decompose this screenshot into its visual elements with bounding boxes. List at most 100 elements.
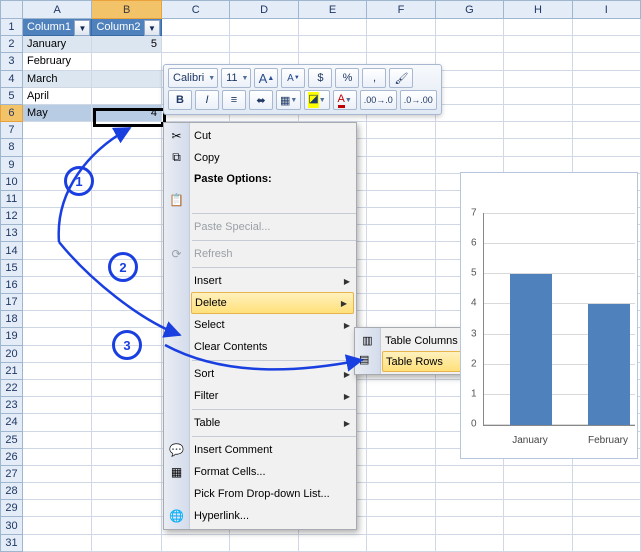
cell[interactable] [504, 534, 572, 551]
cell[interactable] [367, 208, 435, 225]
accounting-format-button[interactable]: $ [308, 68, 332, 88]
cell[interactable] [435, 104, 503, 121]
cell[interactable] [572, 156, 640, 173]
row-header[interactable]: 18 [1, 311, 23, 328]
row-header[interactable]: 26 [1, 448, 23, 465]
cell[interactable] [92, 534, 162, 551]
menu-table[interactable]: Table▶ [164, 412, 356, 434]
col-header-b[interactable]: B [92, 1, 162, 19]
row-header[interactable]: 14 [1, 242, 23, 259]
row-header[interactable]: 10 [1, 173, 23, 190]
cell[interactable] [22, 328, 92, 345]
cell[interactable] [367, 173, 435, 190]
cell[interactable] [92, 208, 162, 225]
cell[interactable] [22, 500, 92, 517]
cell[interactable] [572, 534, 640, 551]
cell[interactable] [504, 53, 572, 70]
row-header[interactable]: 15 [1, 259, 23, 276]
decrease-decimal-button[interactable]: .0→.00 [400, 90, 437, 110]
cell[interactable] [92, 225, 162, 242]
grow-font-button[interactable]: A▲ [254, 68, 278, 88]
menu-insert[interactable]: Insert▶ [164, 270, 356, 292]
row-header[interactable]: 17 [1, 294, 23, 311]
cell[interactable] [92, 431, 162, 448]
increase-decimal-button[interactable]: .00→.0 [360, 90, 397, 110]
cell[interactable] [435, 465, 503, 482]
font-combo[interactable]: Calibri▼ [168, 68, 218, 88]
cell[interactable] [367, 500, 435, 517]
cell[interactable] [572, 87, 640, 104]
cell[interactable]: April [22, 87, 92, 104]
cell[interactable] [22, 517, 92, 534]
cell[interactable] [435, 500, 503, 517]
cell[interactable] [435, 70, 503, 87]
cell[interactable] [504, 156, 572, 173]
cell[interactable] [92, 379, 162, 396]
cell[interactable] [92, 190, 162, 207]
cell[interactable] [504, 483, 572, 500]
cell[interactable] [504, 500, 572, 517]
cell[interactable] [572, 36, 640, 53]
cell[interactable] [435, 534, 503, 551]
col-header-d[interactable]: D [230, 1, 298, 19]
percent-format-button[interactable]: % [335, 68, 359, 88]
cell[interactable] [367, 36, 435, 53]
cell[interactable] [92, 122, 162, 139]
row-header[interactable]: 7 [1, 122, 23, 139]
font-color-button[interactable]: A▼ [333, 90, 357, 110]
cell[interactable] [435, 122, 503, 139]
cell[interactable] [298, 19, 366, 36]
cell[interactable]: May [22, 104, 92, 121]
cell[interactable] [367, 190, 435, 207]
cell[interactable] [367, 122, 435, 139]
cell[interactable] [230, 534, 298, 551]
row-header[interactable]: 16 [1, 276, 23, 293]
cell[interactable] [367, 465, 435, 482]
row-header[interactable]: 9 [1, 156, 23, 173]
cell[interactable] [367, 139, 435, 156]
cell[interactable] [435, 19, 503, 36]
menu-pick-from-list[interactable]: Pick From Drop-down List... [164, 483, 356, 505]
row-header[interactable]: 24 [1, 414, 23, 431]
menu-hyperlink[interactable]: 🌐Hyperlink... [164, 505, 356, 527]
cell[interactable] [367, 379, 435, 396]
cell[interactable] [572, 517, 640, 534]
cell[interactable]: Column1▼ [22, 19, 92, 36]
cell[interactable] [92, 483, 162, 500]
cell[interactable] [22, 345, 92, 362]
cell[interactable] [230, 36, 298, 53]
cell[interactable]: January [22, 36, 92, 53]
menu-copy[interactable]: ⧉Copy [164, 147, 356, 169]
cell[interactable] [367, 19, 435, 36]
cell[interactable] [572, 500, 640, 517]
cell[interactable] [572, 139, 640, 156]
row-header[interactable]: 12 [1, 208, 23, 225]
col-header-a[interactable]: A [22, 1, 92, 19]
center-align-button[interactable]: ≡ [222, 90, 246, 110]
cell[interactable] [22, 294, 92, 311]
row-header[interactable]: 1 [1, 19, 23, 36]
menu-filter[interactable]: Filter▶ [164, 385, 356, 407]
cell[interactable]: Column2▼ [92, 19, 162, 36]
cell[interactable]: 4 [92, 104, 162, 121]
format-painter-button[interactable]: 🖌 [389, 68, 413, 88]
cell[interactable] [367, 397, 435, 414]
cell[interactable] [230, 19, 298, 36]
menu-clear-contents[interactable]: Clear Contents [164, 336, 356, 358]
cell[interactable] [504, 122, 572, 139]
cell[interactable] [572, 53, 640, 70]
font-size-combo[interactable]: 11▼ [221, 68, 251, 88]
col-header-c[interactable]: C [161, 1, 229, 19]
row-header[interactable]: 30 [1, 517, 23, 534]
cell[interactable]: 5 [92, 36, 162, 53]
cell[interactable] [22, 276, 92, 293]
cell[interactable] [92, 173, 162, 190]
cell[interactable] [92, 465, 162, 482]
menu-cut[interactable]: ✂Cut [164, 125, 356, 147]
menu-select[interactable]: Select▶ [164, 314, 356, 336]
row-header[interactable]: 3 [1, 53, 23, 70]
cell[interactable] [504, 517, 572, 534]
cell[interactable] [22, 448, 92, 465]
cell[interactable] [22, 379, 92, 396]
cell[interactable] [22, 311, 92, 328]
